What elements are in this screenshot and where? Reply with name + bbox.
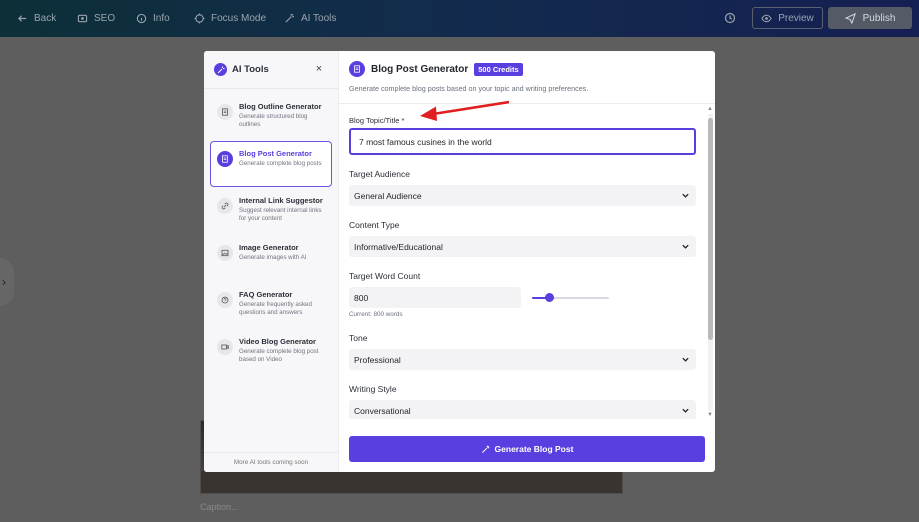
tool-name: Video Blog Generator (239, 337, 316, 346)
ai-tools-modal: AI Tools × Blog Outline Generator Generat… (204, 51, 715, 472)
ai-tools-label: AI Tools (301, 13, 337, 24)
publish-button[interactable]: Publish (828, 7, 912, 29)
back-label: Back (34, 13, 57, 24)
scroll-up-icon[interactable]: ▲ (707, 106, 713, 112)
preview-button[interactable]: Preview (752, 7, 823, 29)
tool-name: Blog Outline Generator (239, 102, 322, 111)
ai-tools-sidebar: AI Tools × Blog Outline Generator Generat… (204, 51, 339, 472)
top-toolbar: Back SEO Info Focus Mode AI Tools Previe… (0, 0, 919, 37)
ai-logo-icon (214, 63, 227, 76)
tool-description: Generate images with AI (239, 254, 307, 261)
tone-select[interactable]: Professional (349, 349, 696, 370)
word-count-input[interactable]: 800 (349, 287, 521, 308)
sidebar-toggle[interactable]: › (0, 258, 14, 306)
tool-description: Suggest relevant internal links for your… (239, 207, 322, 223)
magic-wand-icon (481, 445, 489, 453)
writing-style-select[interactable]: Conversational (349, 400, 696, 419)
tone-label: Tone (349, 333, 368, 343)
publish-label: Publish (862, 12, 896, 24)
slider-knob[interactable] (545, 293, 554, 302)
panel-title: Blog Post Generator (371, 63, 469, 75)
content-type-value: Informative/Educational (354, 241, 443, 252)
tool-image-generator[interactable]: Image Generator Generate images with AI (210, 235, 332, 281)
question-icon (217, 292, 233, 308)
tool-blog-post-generator[interactable]: Blog Post Generator Generate complete blo… (210, 141, 332, 187)
sidebar-footer: More AI tools coming soon (204, 452, 338, 472)
info-button[interactable]: Info (136, 0, 170, 37)
video-icon (217, 339, 233, 355)
caption-placeholder[interactable]: Caption... (200, 502, 239, 512)
preview-label: Preview (778, 12, 814, 24)
info-label: Info (153, 13, 170, 24)
tool-description: Generate frequently asked questions and … (239, 301, 312, 317)
sidebar-header: AI Tools × (204, 51, 338, 89)
tool-name: Internal Link Suggestor (239, 196, 323, 205)
audience-label: Target Audience (349, 169, 410, 179)
generate-button-label: Generate Blog Post (494, 444, 574, 454)
tool-name: FAQ Generator (239, 290, 293, 299)
image-icon (217, 245, 233, 261)
tool-blog-outline-generator[interactable]: Blog Outline Generator Generate structure… (210, 94, 332, 140)
focus-mode-label: Focus Mode (211, 13, 267, 24)
credits-badge: 500 Credits (474, 62, 523, 76)
scroll-down-icon[interactable]: ▼ (707, 412, 713, 418)
tool-list: Blog Outline Generator Generate structure… (204, 89, 338, 375)
chevron-down-icon (682, 408, 689, 413)
tool-name: Image Generator (239, 243, 299, 252)
document-icon (217, 151, 233, 167)
tool-name: Blog Post Generator (239, 149, 312, 158)
tool-internal-link-suggestor[interactable]: Internal Link Suggestor Suggest relevant … (210, 188, 332, 234)
panel-header: Blog Post Generator 500 Credits Generate… (339, 51, 715, 104)
word-count-label: Target Word Count (349, 271, 421, 281)
panel-subtitle: Generate complete blog posts based on yo… (349, 84, 589, 93)
writing-style-label: Writing Style (349, 384, 397, 394)
tool-description: Generate complete blog posts (239, 160, 322, 167)
focus-mode-button[interactable]: Focus Mode (194, 0, 266, 37)
audience-select[interactable]: General Audience (349, 185, 696, 206)
send-icon (844, 12, 856, 24)
word-count-slider[interactable] (532, 293, 609, 303)
content-type-select[interactable]: Informative/Educational (349, 236, 696, 257)
chevron-down-icon (682, 193, 689, 198)
generator-panel: Blog Post Generator 500 Credits Generate… (339, 51, 715, 472)
form-scrollbar[interactable]: ▲ ▼ (707, 106, 714, 419)
generator-form: Blog Topic/Title * 7 most famous cusines… (349, 105, 706, 419)
eye-icon (761, 14, 772, 22)
close-icon[interactable]: × (313, 62, 325, 76)
generate-blog-post-button[interactable]: Generate Blog Post (349, 436, 705, 462)
word-count-note: Current: 800 words (349, 311, 403, 318)
history-icon[interactable] (724, 12, 736, 24)
arrow-left-icon (17, 15, 27, 22)
tone-value: Professional (354, 354, 401, 365)
topic-input[interactable]: 7 most famous cusines in the world (349, 128, 696, 155)
audience-value: General Audience (354, 190, 422, 201)
link-icon (217, 198, 233, 214)
info-icon (136, 13, 147, 24)
document-icon (217, 104, 233, 120)
chevron-right-icon: › (2, 275, 6, 289)
tool-faq-generator[interactable]: FAQ Generator Generate frequently asked q… (210, 282, 332, 328)
focus-icon (194, 13, 205, 24)
ai-tools-button[interactable]: AI Tools (284, 0, 336, 37)
tool-description: Generate complete blog post based on Vid… (239, 348, 319, 364)
tool-video-blog-generator[interactable]: Video Blog Generator Generate complete bl… (210, 329, 332, 375)
back-button[interactable]: Back (17, 0, 56, 37)
seo-button[interactable]: SEO (77, 0, 115, 37)
chevron-down-icon (682, 244, 689, 249)
tool-description: Generate structured blog outlines (239, 113, 308, 129)
writing-style-value: Conversational (354, 405, 411, 416)
magic-wand-icon (285, 13, 295, 23)
content-type-label: Content Type (349, 220, 400, 230)
seo-label: SEO (94, 13, 116, 24)
sidebar-title: AI Tools (232, 64, 269, 75)
document-icon (349, 61, 365, 77)
topic-label: Blog Topic/Title * (349, 116, 405, 125)
seo-icon (77, 14, 88, 23)
scrollbar-thumb[interactable] (708, 118, 713, 340)
chevron-down-icon (682, 357, 689, 362)
